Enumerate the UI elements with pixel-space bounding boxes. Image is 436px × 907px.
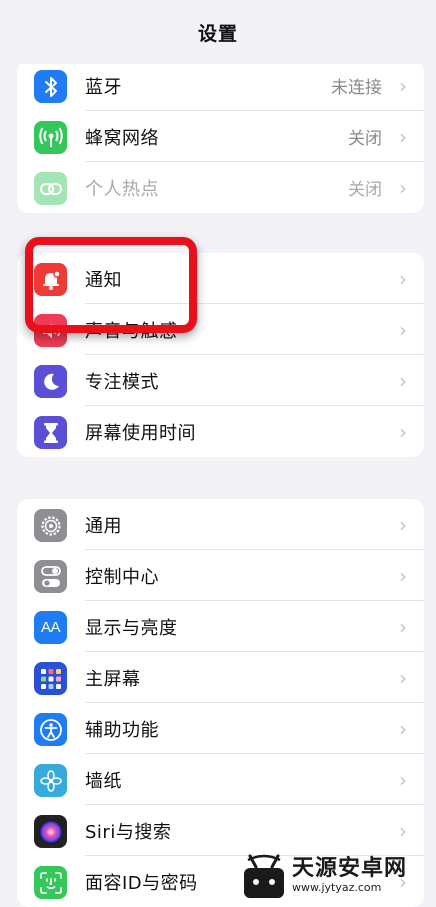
chevron-right-icon: › xyxy=(399,266,407,291)
chevron-right-icon: › xyxy=(399,665,407,690)
settings-row-cellular[interactable]: 蜂窝网络 关闭 › xyxy=(17,111,424,162)
chevron-right-icon: › xyxy=(399,124,407,149)
row-label: 蜂窝网络 xyxy=(85,127,159,149)
nav-bar: 设置 xyxy=(0,0,436,64)
row-label: 声音与触感 xyxy=(85,320,178,342)
row-label: 个人热点 xyxy=(85,178,159,200)
settings-row-siri[interactable]: Siri与搜索 › xyxy=(17,805,424,856)
row-value: 未连接 xyxy=(331,78,382,98)
chevron-right-icon: › xyxy=(399,716,407,741)
accessibility-icon xyxy=(34,713,67,746)
watermark: 天源安卓网 www.jytyaz.com xyxy=(240,852,436,900)
connectivity-group: 蓝牙 未连接 › 蜂窝网络 关闭 › 个人热点 关闭 › xyxy=(17,60,424,213)
row-label: 显示与亮度 xyxy=(85,617,178,639)
row-value: 关闭 xyxy=(348,129,382,149)
general-group: 通用 › 控制中心 › AA 显示与亮度 › 主屏幕 › 辅助功能 › 墙纸 ›… xyxy=(17,499,424,907)
watermark-url: www.jytyaz.com xyxy=(292,881,382,894)
row-label: 通用 xyxy=(85,515,122,537)
chevron-right-icon: › xyxy=(399,73,407,98)
toggles-icon xyxy=(34,560,67,593)
settings-row-accessibility[interactable]: 辅助功能 › xyxy=(17,703,424,754)
notifications-group: 通知 › 声音与触感 › 专注模式 › 屏幕使用时间 › xyxy=(17,253,424,457)
watermark-name: 天源安卓网 xyxy=(292,856,408,881)
settings-row-wallpaper[interactable]: 墙纸 › xyxy=(17,754,424,805)
hourglass-icon xyxy=(34,416,67,449)
text-size-icon: AA xyxy=(34,611,67,644)
moon-icon xyxy=(34,365,67,398)
cellular-icon xyxy=(34,121,67,154)
settings-row-general[interactable]: 通用 › xyxy=(17,499,424,550)
settings-row-bluetooth[interactable]: 蓝牙 未连接 › xyxy=(17,60,424,111)
chevron-right-icon: › xyxy=(399,317,407,342)
row-label: 辅助功能 xyxy=(85,719,159,741)
row-label: 面容ID与密码 xyxy=(85,872,198,894)
chevron-right-icon: › xyxy=(399,614,407,639)
chevron-right-icon: › xyxy=(399,175,407,200)
notification-icon xyxy=(34,263,67,296)
chevron-right-icon: › xyxy=(399,818,407,843)
chevron-right-icon: › xyxy=(399,368,407,393)
bluetooth-icon xyxy=(34,70,67,103)
settings-row-display[interactable]: AA 显示与亮度 › xyxy=(17,601,424,652)
home-grid-icon xyxy=(34,662,67,695)
row-label: 通知 xyxy=(85,269,122,291)
chevron-right-icon: › xyxy=(399,563,407,588)
settings-row-home-screen[interactable]: 主屏幕 › xyxy=(17,652,424,703)
watermark-logo-icon xyxy=(244,854,284,898)
row-value: 关闭 xyxy=(348,180,382,200)
hotspot-icon xyxy=(34,172,67,205)
sound-icon xyxy=(34,314,67,347)
row-label: 蓝牙 xyxy=(85,76,122,98)
row-label: 控制中心 xyxy=(85,566,159,588)
flower-icon xyxy=(34,764,67,797)
gear-icon xyxy=(34,509,67,542)
settings-row-hotspot[interactable]: 个人热点 关闭 › xyxy=(17,162,424,213)
siri-icon xyxy=(34,815,67,848)
face-id-icon xyxy=(34,866,67,899)
row-label: 屏幕使用时间 xyxy=(85,422,196,444)
settings-row-notifications[interactable]: 通知 › xyxy=(17,253,424,304)
chevron-right-icon: › xyxy=(399,767,407,792)
chevron-right-icon: › xyxy=(399,419,407,444)
row-label: 专注模式 xyxy=(85,371,159,393)
settings-row-focus[interactable]: 专注模式 › xyxy=(17,355,424,406)
row-label: 墙纸 xyxy=(85,770,122,792)
row-label: 主屏幕 xyxy=(85,668,141,690)
settings-row-screen-time[interactable]: 屏幕使用时间 › xyxy=(17,406,424,457)
settings-row-sounds[interactable]: 声音与触感 › xyxy=(17,304,424,355)
row-label: Siri与搜索 xyxy=(85,821,172,843)
page-title: 设置 xyxy=(197,22,238,45)
settings-row-control-center[interactable]: 控制中心 › xyxy=(17,550,424,601)
chevron-right-icon: › xyxy=(399,512,407,537)
